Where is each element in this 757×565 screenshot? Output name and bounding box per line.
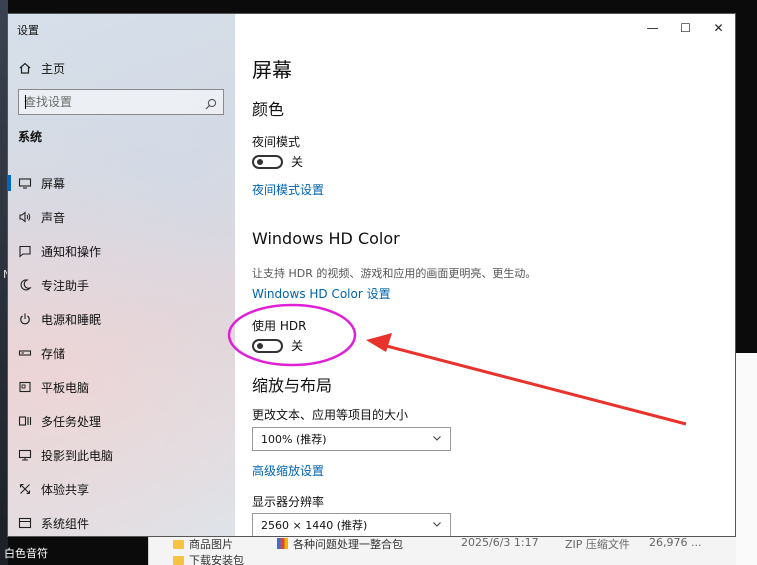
- maximize-button[interactable]: ☐: [669, 14, 702, 42]
- toggle-knob: [257, 158, 263, 165]
- sidebar-item-notifications[interactable]: 通知和操作: [8, 234, 235, 268]
- chevron-down-icon: [432, 519, 442, 529]
- window-controls: — ☐ ✕: [636, 14, 735, 42]
- use-hdr-toggle[interactable]: [252, 338, 283, 353]
- resolution-dropdown-value: 2560 × 1440 (推荐): [261, 519, 368, 532]
- background-window-edge: [736, 353, 757, 565]
- chevron-down-icon: [432, 433, 442, 443]
- file-type: ZIP 压缩文件: [565, 538, 630, 551]
- search-box[interactable]: [18, 89, 224, 115]
- sidebar-item-sound[interactable]: 声音: [8, 200, 235, 234]
- file-name: 各种问题处理一整合包: [293, 538, 403, 551]
- sidebar-item-tablet[interactable]: 平板电脑: [8, 370, 235, 404]
- sidebar-item-label: 系统组件: [41, 516, 90, 531]
- settings-window: 设置 主页 系统 屏幕: [8, 14, 735, 536]
- scale-dropdown-value: 100% (推荐): [261, 433, 327, 446]
- night-mode-settings-link[interactable]: 夜间模式设置: [252, 181, 324, 198]
- color-heading: 颜色: [252, 100, 285, 119]
- scale-label: 更改文本、应用等项目的大小: [252, 408, 409, 422]
- resolution-label: 显示器分辨率: [252, 495, 325, 509]
- sidebar-item-power-sleep[interactable]: 电源和睡眠: [8, 302, 235, 336]
- moon-icon: [18, 278, 32, 292]
- use-hdr-state: 关: [291, 339, 304, 353]
- sidebar: 设置 主页 系统 屏幕: [8, 14, 235, 536]
- share-icon: [18, 482, 32, 496]
- search-input[interactable]: [19, 91, 194, 113]
- sidebar-item-label: 电源和睡眠: [41, 312, 102, 327]
- minimize-button[interactable]: —: [636, 14, 669, 42]
- section-title: 系统: [18, 130, 43, 144]
- sidebar-item-label: 存储: [41, 346, 66, 361]
- sidebar-item-label: 屏幕: [41, 176, 66, 191]
- nav-home[interactable]: 主页: [18, 58, 65, 78]
- desktop-edge: [0, 0, 8, 565]
- folder-name: 商品图片: [189, 538, 233, 551]
- file-size: 26,976 ...: [649, 536, 702, 549]
- hdr-description: 让支持 HDR 的视频、游戏和应用的画面更明亮、更生动。: [252, 267, 537, 280]
- scale-layout-heading: 缩放与布局: [252, 376, 333, 395]
- taskbar-app-label[interactable]: 白色音符: [4, 545, 48, 561]
- night-mode-toggle-row: 关: [252, 153, 303, 170]
- text-cursor: [25, 95, 26, 109]
- toggle-knob: [257, 342, 263, 349]
- search-icon[interactable]: [205, 95, 217, 110]
- sidebar-item-label: 声音: [41, 210, 66, 225]
- page-title: 屏幕: [252, 58, 292, 82]
- use-hdr-label: 使用 HDR: [252, 319, 307, 333]
- sidebar-item-project-to-pc[interactable]: 投影到此电脑: [8, 438, 235, 472]
- advanced-scaling-link[interactable]: 高级缩放设置: [252, 462, 324, 479]
- use-hdr-toggle-row: 关: [252, 337, 303, 354]
- sidebar-item-label: 专注助手: [41, 278, 90, 293]
- home-icon: [18, 61, 32, 75]
- components-icon: [18, 516, 32, 530]
- list-item[interactable]: 商品图片: [173, 536, 233, 552]
- app-title: 设置: [17, 24, 39, 37]
- nav-home-label: 主页: [41, 61, 66, 76]
- night-mode-label: 夜间模式: [252, 135, 301, 149]
- resolution-dropdown[interactable]: 2560 × 1440 (推荐): [252, 513, 451, 536]
- sidebar-item-focus-assist[interactable]: 专注助手: [8, 268, 235, 302]
- list-item[interactable]: 下载安装包: [173, 552, 244, 565]
- sidebar-item-display[interactable]: 屏幕: [8, 166, 235, 200]
- night-mode-state: 关: [291, 155, 304, 169]
- storage-icon: [18, 346, 32, 360]
- main-content: — ☐ ✕ 屏幕 颜色 夜间模式 关 夜间模式设置 Windows HD Col…: [235, 14, 735, 536]
- sidebar-item-label: 平板电脑: [41, 380, 90, 395]
- folder-name: 下载安装包: [189, 554, 244, 565]
- monitor-icon: [18, 176, 32, 190]
- zip-file-icon: [277, 538, 288, 549]
- file-date: 2025/6/3 1:17: [461, 536, 539, 549]
- close-button[interactable]: ✕: [702, 14, 735, 42]
- hd-color-settings-link[interactable]: Windows HD Color 设置: [252, 285, 391, 302]
- sidebar-item-label: 通知和操作: [41, 244, 102, 259]
- sidebar-item-system-components[interactable]: 系统组件: [8, 506, 235, 536]
- scale-dropdown[interactable]: 100% (推荐): [252, 427, 451, 451]
- multitask-icon: [18, 414, 32, 428]
- notification-icon: [18, 244, 32, 258]
- folder-icon: [173, 540, 184, 549]
- file-row[interactable]: 各种问题处理一整合包: [277, 536, 403, 552]
- sidebar-nav: 屏幕 声音 通知和操作 专注助手 电源和睡眠 存储 平板电脑 多任务处理 投影到…: [8, 166, 235, 536]
- night-mode-toggle[interactable]: [252, 154, 283, 169]
- sidebar-item-storage[interactable]: 存储: [8, 336, 235, 370]
- sidebar-item-shared-experiences[interactable]: 体验共享: [8, 472, 235, 506]
- power-icon: [18, 312, 32, 326]
- sidebar-item-label: 投影到此电脑: [41, 448, 114, 463]
- sidebar-item-label: 体验共享: [41, 482, 90, 497]
- sidebar-item-label: 多任务处理: [41, 414, 102, 429]
- speaker-icon: [18, 210, 32, 224]
- tablet-icon: [18, 380, 32, 394]
- hdr-heading: Windows HD Color: [252, 229, 400, 248]
- project-icon: [18, 448, 32, 462]
- folder-icon: [173, 556, 184, 565]
- sidebar-item-multitasking[interactable]: 多任务处理: [8, 404, 235, 438]
